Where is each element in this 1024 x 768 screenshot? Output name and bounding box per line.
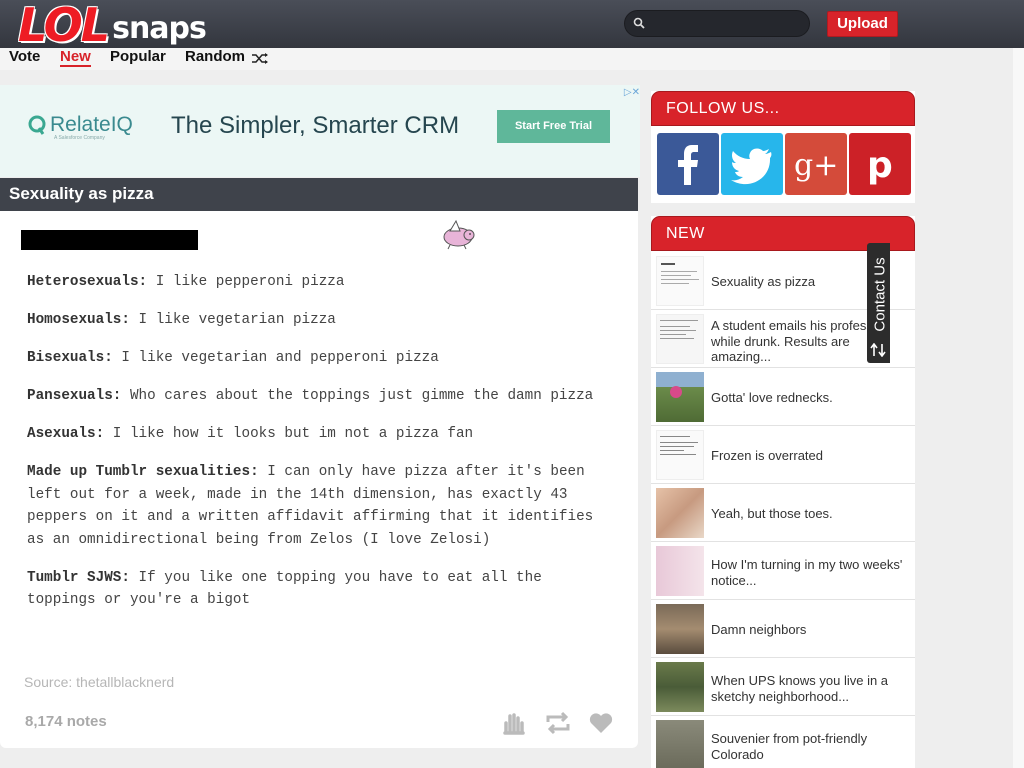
post-body: Heterosexuals: I like pepperoni pizza Ho… [27, 271, 607, 627]
new-post-item[interactable]: Gotta' love rednecks. [651, 368, 915, 426]
reblog-icon[interactable] [545, 711, 571, 735]
main-nav: Vote New Popular Random [0, 48, 890, 70]
pinterest-icon[interactable]: p [849, 133, 911, 195]
post-line-label: Heterosexuals: [27, 274, 148, 290]
new-post-item[interactable]: Frozen is overrated [651, 426, 915, 484]
post-line: Tumblr SJWS: If you like one topping you… [27, 567, 607, 612]
upload-button[interactable]: Upload [827, 11, 898, 37]
logo-lol-text: LOL [18, 0, 110, 52]
google-plus-icon[interactable]: g+ [785, 133, 847, 195]
heart-icon[interactable] [588, 711, 614, 735]
post-line-label: Homosexuals: [27, 312, 130, 328]
post-source[interactable]: Source: thetallblacknerd [24, 674, 174, 690]
twitter-icon[interactable] [721, 133, 783, 195]
post-line: Homosexuals: I like vegetarian pizza [27, 309, 607, 332]
new-post-item[interactable]: Yeah, but those toes. [651, 484, 915, 542]
post-thumbnail [656, 604, 704, 654]
post-thumbnail [656, 488, 704, 538]
shuffle-icon[interactable] [251, 52, 269, 65]
post-line-label: Made up Tumblr sexualities: [27, 464, 259, 480]
post-thumbnail [656, 430, 704, 480]
search-icon [633, 17, 645, 29]
ad-headline: The Simpler, Smarter CRM [171, 112, 460, 139]
new-post-title: Souvenier from pot-friendly Colorado [711, 731, 868, 762]
ad-cta-button[interactable]: Start Free Trial [497, 110, 610, 143]
post-line-text: Who cares about the toppings just gimme … [121, 388, 594, 404]
post-thumbnail [656, 720, 704, 768]
svg-text:p: p [867, 145, 893, 186]
post-line: Bisexuals: I like vegetarian and peppero… [27, 347, 607, 370]
follow-us-box: FOLLOW US... g+ p [651, 91, 915, 203]
hand-icon[interactable] [500, 711, 526, 735]
follow-us-title: FOLLOW US... [651, 91, 915, 126]
site-logo[interactable]: LOL snaps [18, 0, 207, 52]
post-line: Asexuals: I like how it looks but im not… [27, 423, 607, 446]
contact-us-tab[interactable]: Contact Us [867, 243, 890, 363]
relateiq-logo-icon [28, 115, 46, 135]
post-line-text: I like how it looks but im not a pizza f… [104, 426, 474, 442]
ad-brand-sub: A Salesforce Company [54, 135, 105, 141]
post-line-label: Asexuals: [27, 426, 105, 442]
svg-text:g+: g+ [794, 148, 838, 183]
new-post-item[interactable]: Souvenier from pot-friendly Colorado [651, 716, 915, 768]
post-thumbnail [656, 256, 704, 306]
logo-snaps-text: snaps [112, 11, 207, 46]
new-post-title: When UPS knows you live in a sketchy nei… [711, 673, 889, 704]
new-post-title: Frozen is overrated [711, 448, 823, 463]
post-line: Heterosexuals: I like pepperoni pizza [27, 271, 607, 294]
ad-brand: RelateIQ [50, 113, 133, 136]
new-post-title: How I'm turning in my two weeks' notice.… [711, 557, 903, 588]
post-line: Made up Tumblr sexualities: I can only h… [27, 461, 607, 551]
nav-random[interactable]: Random [185, 48, 245, 65]
page-right-edge [1013, 48, 1024, 768]
search-input[interactable] [649, 14, 799, 34]
post-card: Heterosexuals: I like pepperoni pizza Ho… [0, 211, 638, 748]
post-line-label: Bisexuals: [27, 350, 113, 366]
new-post-item[interactable]: Damn neighbors [651, 600, 915, 658]
adchoices-icon[interactable]: ▷✕ [624, 87, 640, 98]
flying-pig-icon [443, 219, 475, 250]
search-box[interactable] [624, 10, 810, 37]
new-post-title: Yeah, but those toes. [711, 506, 833, 521]
new-post-item[interactable]: How I'm turning in my two weeks' notice.… [651, 542, 915, 600]
top-header: LOL snaps Upload [0, 0, 1024, 48]
post-thumbnail [656, 314, 704, 364]
post-line-text: I like vegetarian and pepperoni pizza [112, 350, 439, 366]
nav-new[interactable]: New [60, 48, 91, 67]
post-line-text: I like vegetarian pizza [129, 312, 336, 328]
post-line-label: Pansexuals: [27, 388, 122, 404]
post-title: Sexuality as pizza [9, 184, 154, 203]
post-line-label: Tumblr SJWS: [27, 569, 130, 586]
new-post-title: Damn neighbors [711, 622, 807, 637]
ad-logo: RelateIQ A Salesforce Company [28, 113, 133, 141]
post-thumbnail [656, 546, 704, 596]
nav-vote[interactable]: Vote [9, 48, 40, 65]
post-thumbnail [656, 372, 704, 422]
facebook-icon[interactable] [657, 133, 719, 195]
new-post-item[interactable]: When UPS knows you live in a sketchy nei… [651, 658, 915, 716]
redacted-username [21, 230, 198, 250]
contact-us-label: Contact Us [871, 257, 889, 332]
nav-popular[interactable]: Popular [110, 48, 166, 65]
sort-arrows-icon [870, 343, 886, 357]
post-titlebar: Sexuality as pizza [0, 178, 638, 211]
post-notes-count[interactable]: 8,174 notes [25, 713, 107, 730]
post-line: Pansexuals: Who cares about the toppings… [27, 385, 607, 408]
new-post-title: Gotta' love rednecks. [711, 390, 833, 405]
post-line-text: I like pepperoni pizza [147, 274, 345, 290]
post-thumbnail [656, 662, 704, 712]
